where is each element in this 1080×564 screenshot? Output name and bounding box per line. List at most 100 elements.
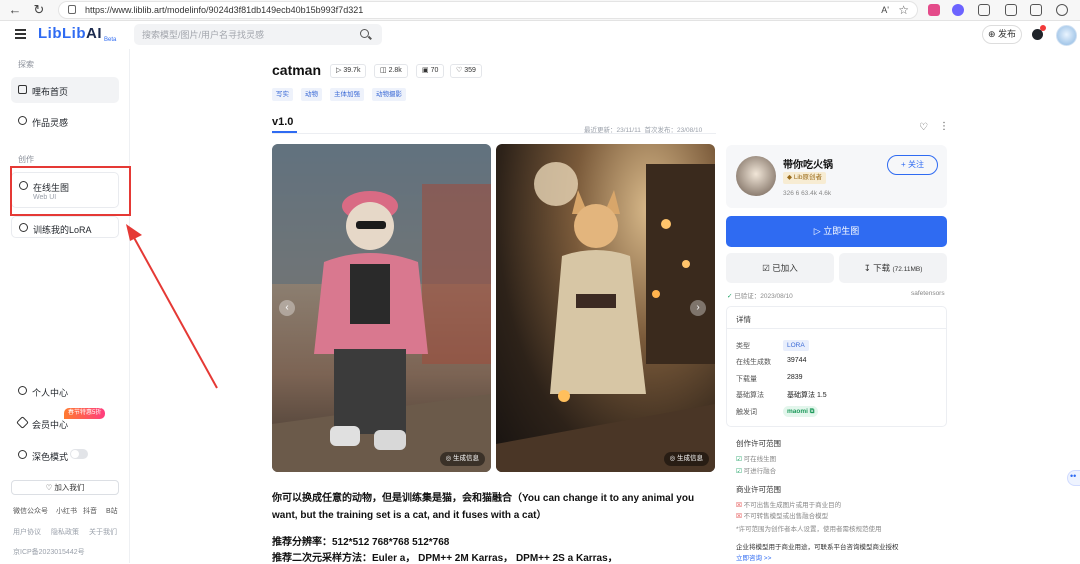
sidebar-item-home[interactable]: 哩布首页 bbox=[11, 77, 119, 103]
generation-info-button[interactable]: ◎ 生成信息 bbox=[439, 452, 485, 466]
update-info: 最近更新：23/11/11 首次发布：23/08/10 bbox=[584, 127, 703, 134]
address-bar[interactable]: https://www.liblib.art/modelinfo/9024d3f… bbox=[58, 1, 918, 19]
diamond-icon bbox=[16, 416, 29, 429]
footer-link[interactable]: 抖音 bbox=[83, 506, 97, 516]
model-type-badge: LORA bbox=[783, 340, 809, 351]
extension-icon[interactable] bbox=[928, 4, 940, 16]
consult-link[interactable]: 立即咨询 >> bbox=[736, 552, 771, 562]
sidebar-item-dark-mode[interactable]: 深色模式 bbox=[11, 442, 119, 468]
downloads-stat: ◫ 2.8k bbox=[374, 64, 408, 78]
sidebar-item-inspiration[interactable]: 作品灵感 bbox=[11, 108, 119, 134]
logo[interactable]: LibLibAI bbox=[38, 25, 102, 42]
footer-link[interactable]: 微信公众号 bbox=[13, 506, 48, 516]
more-icon[interactable]: ⋮ bbox=[939, 121, 949, 132]
model-description: 你可以换成任意的动物，但是训练集是猫，会和猫融合（You can change … bbox=[272, 493, 695, 521]
divider bbox=[727, 328, 946, 329]
images-stat: ▣ 70 bbox=[416, 64, 445, 78]
extension-icon[interactable] bbox=[952, 4, 964, 16]
red-arrow-annotation bbox=[126, 224, 218, 389]
enterprise-note: 企业将模型用于商业用途，可联系平台咨询模型商业授权 bbox=[736, 544, 899, 551]
author-avatar[interactable] bbox=[736, 156, 776, 196]
download-button[interactable]: ↧ 下载 (72.11MB) bbox=[839, 253, 947, 283]
recommended-sampler: 推荐二次元采样方法：Euler a， DPM++ 2M Karras， DPM+… bbox=[272, 553, 618, 564]
added-button[interactable]: ☑ 已加入 bbox=[726, 253, 834, 283]
search-input[interactable] bbox=[142, 27, 352, 42]
back-icon[interactable]: ← bbox=[6, 2, 24, 17]
bulb-icon bbox=[18, 116, 27, 125]
search-icon[interactable] bbox=[360, 29, 369, 38]
footer-link[interactable]: 用户协议 bbox=[13, 527, 41, 537]
license-note: *许可范围为创作者本人设置，使用者需核规范使用 bbox=[736, 526, 882, 533]
creation-license-heading: 创作许可范围 bbox=[736, 439, 781, 448]
sidebar-item-train-lora[interactable]: 训练我的LoRA bbox=[11, 216, 119, 238]
details-title: 详情 bbox=[736, 315, 751, 324]
sample-image-1[interactable]: ◎ 生成信息 bbox=[272, 144, 491, 472]
reader-mode-icon[interactable]: Aʹ bbox=[881, 5, 889, 15]
theme-icon bbox=[18, 450, 27, 459]
publish-button[interactable]: ⊕ 发布 bbox=[982, 25, 1022, 44]
favorites-icon[interactable] bbox=[1030, 4, 1042, 16]
model-title: catman bbox=[272, 62, 322, 78]
commercial-license-heading: 商业许可范围 bbox=[736, 485, 781, 494]
tag[interactable]: 动物 bbox=[301, 88, 322, 101]
trigger-word-pill[interactable]: maomi ⧉ bbox=[783, 406, 819, 417]
version-tab[interactable]: v1.0 bbox=[272, 116, 293, 128]
license-item: ☒ 不可出售生成图片或用于商业目的 bbox=[736, 502, 842, 509]
sidebar-item-label: 作品灵感 bbox=[32, 118, 69, 128]
sample-image-2[interactable]: ◎ 生成信息 bbox=[496, 144, 715, 472]
chat-bubble-icon[interactable] bbox=[1067, 470, 1080, 486]
user-icon bbox=[18, 386, 27, 395]
detail-label: 下载量 bbox=[736, 376, 757, 383]
detail-value: 2839 bbox=[787, 374, 803, 381]
detail-value: 基础算法 1.5 bbox=[787, 392, 827, 399]
favorite-star-icon[interactable]: ☆ bbox=[898, 3, 909, 17]
sidebar-item-profile[interactable]: 个人中心 bbox=[11, 378, 119, 404]
lock-icon bbox=[68, 5, 76, 14]
vip-promo-badge: 春节特惠5折 bbox=[64, 408, 106, 419]
verified-date: ✓ 已验证：2023/08/10 bbox=[727, 293, 793, 300]
likes-stat: ♡ 359 bbox=[450, 64, 482, 78]
footer-link[interactable]: 小红书 bbox=[56, 506, 77, 516]
sidebar-item-label: 深色模式 bbox=[32, 452, 69, 462]
home-icon bbox=[18, 85, 27, 94]
author-stats: 326 6 63.4k 4.6k bbox=[783, 190, 832, 197]
detail-label: 基础算法 bbox=[736, 392, 764, 399]
detail-label: 类型 bbox=[736, 343, 750, 350]
carousel-next-icon[interactable]: › bbox=[690, 300, 706, 316]
extension-icon[interactable] bbox=[978, 4, 990, 16]
detail-label: 在线生成数 bbox=[736, 359, 771, 366]
lora-icon bbox=[19, 223, 28, 232]
author-badge: ◆ Lib原创者 bbox=[783, 172, 826, 184]
tag[interactable]: 主体加强 bbox=[330, 88, 364, 101]
tag[interactable]: 动物摄影 bbox=[372, 88, 406, 101]
recommended-resolution: 推荐分辨率：512*512 768*768 512*768 bbox=[272, 537, 450, 548]
license-item: ☑ 可进行融合 bbox=[736, 468, 777, 475]
menu-icon[interactable] bbox=[15, 29, 26, 39]
reload-icon[interactable]: ↻ bbox=[30, 2, 48, 18]
footer-link[interactable]: 隐私政策 bbox=[51, 527, 79, 537]
author-name[interactable]: 带你吃火锅 bbox=[783, 156, 833, 171]
logo-beta-label: Beta bbox=[104, 37, 117, 43]
footer-link[interactable]: B站 bbox=[106, 506, 118, 516]
split-screen-icon[interactable] bbox=[1005, 4, 1017, 16]
follow-button[interactable]: + 关注 bbox=[887, 155, 938, 175]
generation-info-button[interactable]: ◎ 生成信息 bbox=[663, 452, 709, 466]
sidebar-item-label: 哩布首页 bbox=[32, 87, 69, 97]
collections-icon[interactable] bbox=[1056, 4, 1068, 16]
icp-number[interactable]: 京ICP备2023015442号 bbox=[13, 547, 85, 557]
join-us-button[interactable]: ♡ 加入我们 bbox=[11, 480, 119, 495]
cat-in-pink-jacket-image bbox=[272, 144, 491, 472]
tag[interactable]: 写实 bbox=[272, 88, 293, 101]
generate-now-button[interactable]: ▷ 立即生图 bbox=[726, 216, 947, 247]
footer-link[interactable]: 关于我们 bbox=[89, 527, 117, 537]
user-avatar[interactable] bbox=[1056, 25, 1077, 46]
license-item: ☒ 不可转售模型或出售融合模型 bbox=[736, 513, 829, 520]
search-box[interactable] bbox=[134, 24, 382, 45]
favorite-icon[interactable]: ♡ bbox=[919, 122, 928, 133]
section-create: 创作 bbox=[18, 155, 34, 164]
dark-mode-toggle[interactable] bbox=[70, 449, 88, 459]
carousel-prev-icon[interactable]: ‹ bbox=[279, 300, 295, 316]
browser-toolbar: ← ↻ https://www.liblib.art/modelinfo/902… bbox=[0, 0, 1080, 21]
detail-value: 39744 bbox=[787, 357, 807, 364]
highlight-annotation-box bbox=[10, 166, 131, 216]
